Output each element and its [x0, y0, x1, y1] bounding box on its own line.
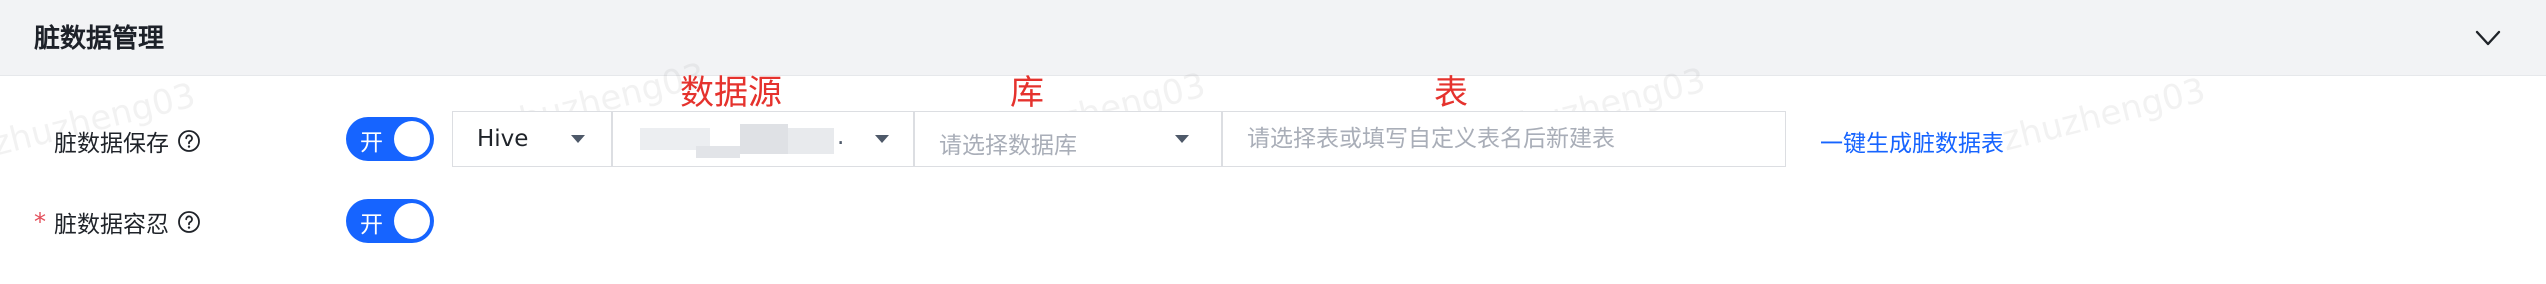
database-select-placeholder: 请选择数据库 — [939, 133, 1077, 159]
switch-label: 开 — [360, 212, 383, 238]
redacted-block — [696, 146, 740, 158]
dirty-data-save-label: 脏数据保存 — [54, 124, 201, 158]
help-icon[interactable] — [177, 129, 201, 153]
switch-knob — [394, 203, 430, 239]
table-input[interactable] — [1222, 111, 1786, 167]
watermark: zhuzheng03 — [1998, 70, 2210, 160]
row-label-text: 脏数据容忍 — [54, 212, 169, 238]
dirty-data-tolerate-switch[interactable]: 开 — [346, 199, 434, 243]
annotation-table: 表 — [1434, 73, 1468, 113]
engine-select[interactable]: Hive — [452, 111, 612, 167]
redacted-block — [788, 128, 834, 154]
dirty-data-tolerate-label: * 脏数据容忍 — [34, 205, 201, 239]
row-label-text: 脏数据保存 — [54, 131, 169, 157]
switch-label: 开 — [360, 130, 383, 156]
caret-down-icon — [1175, 135, 1189, 143]
generate-dirty-table-link[interactable]: 一键生成脏数据表 — [1820, 124, 2004, 158]
annotation-datasource: 数据源 — [680, 73, 782, 113]
datasource-select-suffix: . — [837, 124, 845, 150]
required-mark: * — [34, 208, 46, 236]
redacted-block — [740, 124, 788, 154]
section-title: 脏数据管理 — [34, 24, 165, 54]
dirty-data-save-switch[interactable]: 开 — [346, 117, 434, 161]
caret-down-icon — [875, 135, 889, 143]
switch-knob — [394, 121, 430, 157]
section-header[interactable]: 脏数据管理 — [0, 0, 2546, 76]
caret-down-icon — [571, 135, 585, 143]
help-icon[interactable] — [177, 210, 201, 234]
engine-select-value: Hive — [477, 126, 529, 152]
annotation-database: 库 — [1010, 73, 1044, 113]
chevron-down-icon[interactable] — [2472, 22, 2504, 54]
database-select[interactable]: 请选择数据库 — [914, 111, 1222, 167]
